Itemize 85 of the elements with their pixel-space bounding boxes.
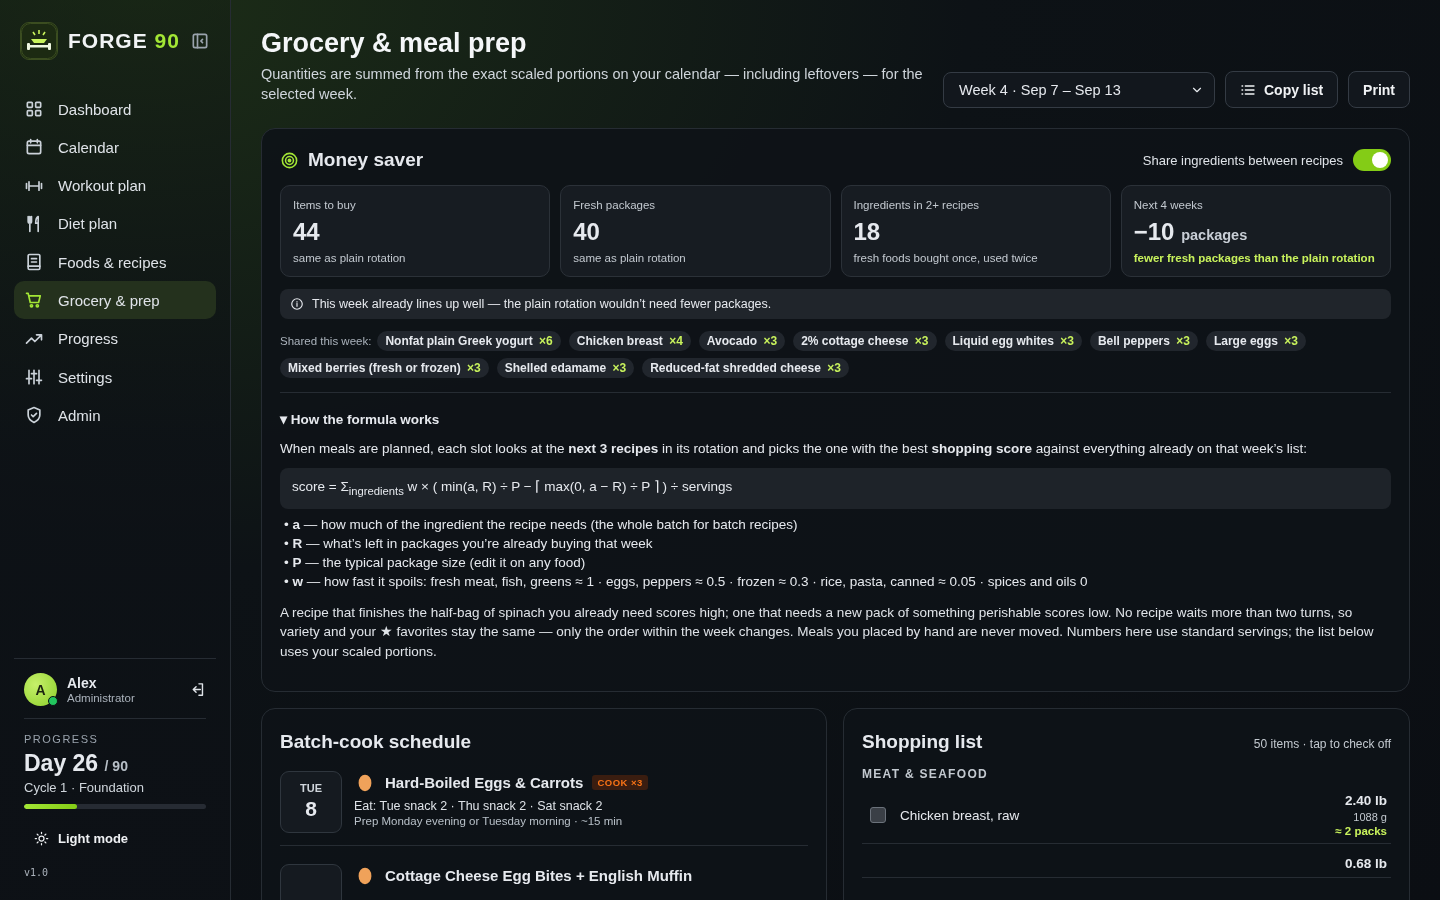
stat-note: fresh foods bought once, used twice [853, 252, 1039, 264]
ingredient-chip: Bell peppers ×3 [1089, 331, 1198, 351]
formula-variable: • R — what’s left in packages you’re already buying that week [284, 535, 653, 551]
book-icon [24, 252, 44, 273]
nav-item[interactable]: Foods & recipes [14, 243, 216, 282]
nav-item[interactable]: Admin [14, 396, 216, 435]
item-name: Chicken breast, raw [900, 807, 1020, 823]
formula-intro: When meals are planned, each slot looks at the next 3 recipes in its rotation and picks the one with the best shopping score against everything already on that week’s list: [280, 441, 1309, 456]
toggle-label: Share ingredients between recipes [1142, 152, 1343, 168]
copy-list-button[interactable]: Copy list [1225, 71, 1339, 108]
ingredient-chip: Nonfat plain Greek yogurt ×6 [377, 331, 561, 351]
sun-icon [34, 831, 49, 846]
nav-item[interactable]: Dashboard [14, 90, 216, 128]
formula-note: A recipe that finishes the half-bag of spinach you already need scores high; one that needs a new pack of something perishable scores low. No recipe waits more than two turns, so variety and your ★ favorites stay the same — only the order within the week changes. Meals you placed by hand are never moved. Numbers here use standard servings; the list below uses your scaled portions. [280, 603, 1375, 661]
section-title: Money saver [308, 149, 424, 171]
category-heading: MEAT & SEAFOOD [862, 767, 989, 782]
cook-count-badge: COOK ×3 [592, 774, 648, 790]
calendar-icon [24, 137, 44, 158]
week-select[interactable]: Week 4 · Sep 7 – Sep 13 [943, 72, 1215, 108]
formula-variable: • P — the typical package size (edit it on any food) [284, 554, 586, 570]
recipe-title: Cottage Cheese Egg Bites + English Muffin [385, 866, 693, 884]
stat-value: 44 [293, 218, 321, 246]
item-grams: 1088 g [1352, 811, 1387, 824]
stat-value: 40 [573, 218, 601, 246]
logout-icon [189, 681, 206, 698]
light-mode-button[interactable]: Light mode [24, 827, 206, 850]
ingredient-chip: Avocado ×3 [698, 331, 786, 351]
progress-label: PROGRESS [24, 733, 100, 745]
item-count: 50 items · tap to check off [1253, 737, 1391, 752]
stat-note: fewer fresh packages than the plain rotation [1133, 252, 1376, 264]
recipe-title: Hard-Boiled Eggs & Carrots [385, 773, 584, 791]
stat-label: Next 4 weeks [1133, 199, 1204, 211]
stat-label: Items to buy [293, 199, 357, 211]
share-toggle[interactable] [1353, 149, 1391, 171]
shield-icon [24, 405, 44, 426]
target-icon [280, 150, 299, 170]
item-quantity: 0.68 lb [1344, 856, 1387, 872]
ingredient-chip: Chicken breast ×4 [568, 331, 691, 351]
stat-label: Ingredients in 2+ recipes [853, 199, 981, 211]
sidebar-collapse-icon[interactable] [190, 31, 210, 51]
avatar: A [24, 673, 57, 706]
formula-variable: • w — how fast it spoils: fresh meat, fish, greens ≈ 1 · eggs, peppers ≈ 0.5 · frozen ≈ 0.3 · rice, pasta, canned ≈ 0.05 · spices and oils 0 [284, 573, 1088, 589]
grid-icon [24, 99, 44, 119]
date-tile: TUE 8 [280, 771, 342, 834]
stat-value: 18 [853, 218, 882, 246]
ingredient-chip: 2% cottage cheese ×3 [793, 331, 937, 351]
print-button[interactable]: Print [1348, 71, 1410, 108]
nav-item[interactable]: Diet plan [14, 204, 216, 243]
formula-equation: score = Σ$_{ingredients}$ w × ( min(a, R) ÷ P − ⌈ max(0, a − R) ÷ P ⌉ ) ÷ servings [280, 468, 1391, 509]
day-counter: Day 26 / 90 [24, 750, 129, 777]
user-name: Alex [67, 675, 98, 691]
eat-schedule: Eat: Tue snack 2 · Thu snack 2 · Sat snack 2 [354, 799, 604, 814]
stat-note: same as plain rotation [573, 252, 687, 264]
ingredient-chip: Reduced-fat shredded cheese ×3 [642, 358, 849, 378]
formula-toggle[interactable]: ▾ How the formula works [280, 412, 440, 427]
version-label: v1.0 [24, 867, 50, 878]
page-subtitle: Quantities are summed from the exact scaled portions on your calendar — including leftovers — for the selected week. [261, 65, 924, 104]
stat-label: Fresh packages [573, 199, 657, 211]
formula-variable: • a — how much of the ingredient the recipe needs (the whole batch for batch recipes) [284, 516, 798, 532]
stat-value: −10 packages [1133, 218, 1249, 246]
info-text: This week already lines up well — the plain rotation wouldn’t need fewer packages. [312, 297, 772, 311]
item-quantity: 2.40 lb [1343, 793, 1387, 809]
shared-label: Shared this week: [280, 335, 372, 347]
ingredient-chip: Liquid egg whites ×3 [944, 331, 1082, 351]
item-packs: ≈ 2 packs [1335, 825, 1387, 838]
cart-icon [24, 290, 44, 311]
nav-item[interactable]: Grocery & prep [14, 281, 216, 320]
ingredient-chip: Large eggs ×3 [1205, 331, 1306, 351]
checkbox[interactable] [870, 807, 886, 824]
section-title: Batch-cook schedule [280, 731, 473, 754]
info-icon [290, 297, 304, 311]
nav-item[interactable]: Calendar [14, 128, 216, 167]
page-title: Grocery & meal prep [261, 28, 528, 59]
prep-note: Prep Monday evening or Tuesday morning · ~15 min [354, 815, 624, 828]
ingredient-chip: Shelled edamame ×3 [496, 358, 635, 378]
brand-name: FORGE 90 [68, 29, 180, 53]
stat-note: same as plain rotation [293, 252, 407, 264]
nav-item[interactable]: Progress [14, 319, 216, 358]
nav-item[interactable]: Settings [14, 358, 216, 397]
user-role: Administrator [67, 692, 135, 704]
section-title: Shopping list [862, 731, 983, 754]
ingredient-chip: Mixed berries (fresh or frozen) ×3 [280, 358, 489, 378]
anvil-logo-icon [20, 22, 58, 60]
nav-item[interactable]: Workout plan [14, 166, 216, 205]
cycle-label: Cycle 1 · Foundation [24, 780, 145, 795]
